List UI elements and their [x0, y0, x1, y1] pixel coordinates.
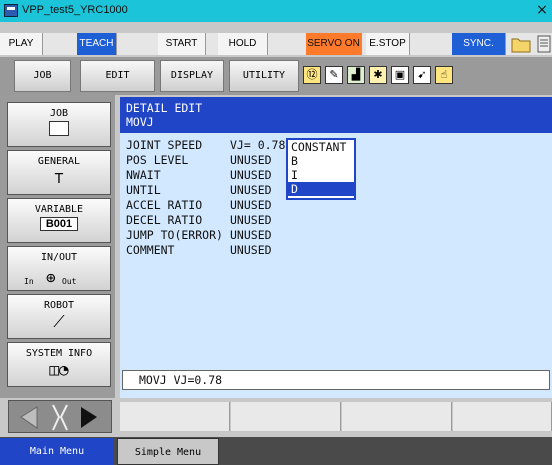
popup-option-d[interactable]: D: [288, 182, 354, 196]
robot-icon: ✱: [369, 66, 387, 84]
display-menu-button[interactable]: DISPLAY: [160, 60, 224, 92]
side-variable-label: VARIABLE: [34, 204, 84, 215]
detail-row[interactable]: ACCEL RATIO UNUSED: [126, 198, 272, 212]
12-icon: ⑫: [303, 66, 321, 84]
softkey-3[interactable]: [342, 402, 452, 431]
row-value[interactable]: UNUSED: [230, 228, 272, 242]
prev-page-icon[interactable]: [20, 406, 38, 429]
detail-row[interactable]: COMMENT UNUSED: [126, 243, 272, 257]
side-general-button[interactable]: GENERAL ⊤: [7, 150, 111, 195]
pointer-icon: ➹: [413, 66, 431, 84]
side-robot-button[interactable]: ROBOT ⟋: [7, 294, 111, 339]
sync-button[interactable]: SYNC.: [452, 33, 506, 55]
teach-button[interactable]: TEACH: [77, 33, 117, 55]
job-menu-button[interactable]: JOB: [14, 60, 71, 92]
variable-b001-label: B001: [40, 217, 78, 231]
row-value[interactable]: UNUSED: [230, 243, 272, 257]
next-page-icon[interactable]: [81, 407, 97, 428]
side-robot-label: ROBOT: [43, 300, 75, 311]
detail-instruction: MOVJ: [126, 115, 154, 129]
side-inout-button[interactable]: IN/OUT In ⊕ Out: [7, 246, 111, 291]
detail-row[interactable]: NWAIT UNUSED: [126, 168, 272, 182]
popup-option-i[interactable]: I: [288, 168, 354, 182]
edit-menu-button[interactable]: EDIT: [80, 60, 155, 92]
softkey-1[interactable]: [120, 402, 230, 431]
side-job-label: JOB: [49, 108, 69, 119]
inout-icon: ⊕: [46, 268, 56, 287]
io-icon: ▣: [391, 66, 409, 84]
separator-icon: [52, 404, 68, 431]
detail-title: DETAIL EDIT: [126, 101, 203, 115]
system-info-icon: ◫◔: [49, 360, 69, 379]
in-text: In: [24, 277, 34, 286]
side-variable-button[interactable]: VARIABLE B001: [7, 198, 111, 243]
detail-row[interactable]: DECEL RATIO UNUSED: [126, 213, 272, 227]
hand-icon: ☝: [435, 66, 453, 84]
status-icons: ⑫ ✎ ▟ ✱ ▣ ➹ ☝: [303, 63, 463, 89]
play-button[interactable]: PLAY: [0, 33, 43, 55]
instruction-input-line[interactable]: MOVJ VJ=0.78: [122, 370, 550, 390]
row-value[interactable]: UNUSED: [230, 213, 272, 227]
job-icon: [49, 121, 69, 136]
out-text: Out: [62, 277, 77, 286]
title-bar: VPP_test5_YRC1000 ×: [0, 0, 552, 22]
app-icon: [4, 4, 18, 17]
row-value[interactable]: UNUSED: [230, 168, 272, 182]
row-name: UNTIL: [126, 183, 161, 197]
row-name: JOINT SPEED: [126, 138, 203, 152]
main-menu-tab[interactable]: Main Menu: [0, 438, 114, 465]
row-name: DECEL RATIO: [126, 213, 203, 227]
side-job-button[interactable]: JOB: [7, 102, 111, 147]
detail-row[interactable]: UNTIL UNUSED: [126, 183, 272, 197]
side-inout-label: IN/OUT: [40, 252, 78, 263]
row-name: NWAIT: [126, 168, 161, 182]
speed-unit-popup[interactable]: CONSTANT B I D: [286, 138, 356, 200]
detail-row[interactable]: JOINT SPEED VJ= 0.78: [126, 138, 285, 152]
page-nav: [8, 400, 112, 433]
popup-option-constant[interactable]: CONSTANT: [288, 140, 354, 154]
softkey-4[interactable]: [453, 402, 552, 431]
utility-menu-button[interactable]: UTILITY: [229, 60, 299, 92]
row-name: ACCEL RATIO: [126, 198, 203, 212]
row-value[interactable]: UNUSED: [230, 153, 272, 167]
popup-option-b[interactable]: B: [288, 154, 354, 168]
row-name: JUMP TO(ERROR): [126, 228, 223, 242]
chart-icon: ▟: [347, 66, 365, 84]
row-value[interactable]: UNUSED: [230, 198, 272, 212]
side-system-info-button[interactable]: SYSTEM INFO ◫◔: [7, 342, 111, 387]
edit-icon: ✎: [325, 66, 343, 84]
detail-row[interactable]: POS LEVEL UNUSED: [126, 153, 272, 167]
side-system-info-label: SYSTEM INFO: [25, 348, 93, 359]
hold-button[interactable]: HOLD: [218, 33, 268, 55]
row-value[interactable]: UNUSED: [230, 183, 272, 197]
row-name: POS LEVEL: [126, 153, 189, 167]
start-button[interactable]: START: [158, 33, 206, 55]
folder-icon[interactable]: [510, 34, 532, 54]
simple-menu-tab[interactable]: Simple Menu: [117, 438, 219, 465]
estop-button[interactable]: E.STOP: [366, 33, 410, 55]
tool-icon: ⊤: [54, 168, 64, 187]
servo-on-button[interactable]: SERVO ON: [306, 33, 362, 55]
window-title: VPP_test5_YRC1000: [22, 4, 128, 16]
document-icon[interactable]: [536, 34, 552, 54]
side-general-label: GENERAL: [37, 156, 81, 167]
row-value[interactable]: VJ= 0.78: [230, 138, 285, 152]
detail-row[interactable]: JUMP TO(ERROR) UNUSED: [126, 228, 272, 242]
softkey-2[interactable]: [231, 402, 341, 431]
close-icon[interactable]: ×: [534, 1, 550, 19]
robot-arm-icon: ⟋: [53, 312, 65, 331]
detail-header: DETAIL EDIT MOVJ: [120, 97, 552, 133]
row-name: COMMENT: [126, 243, 175, 257]
